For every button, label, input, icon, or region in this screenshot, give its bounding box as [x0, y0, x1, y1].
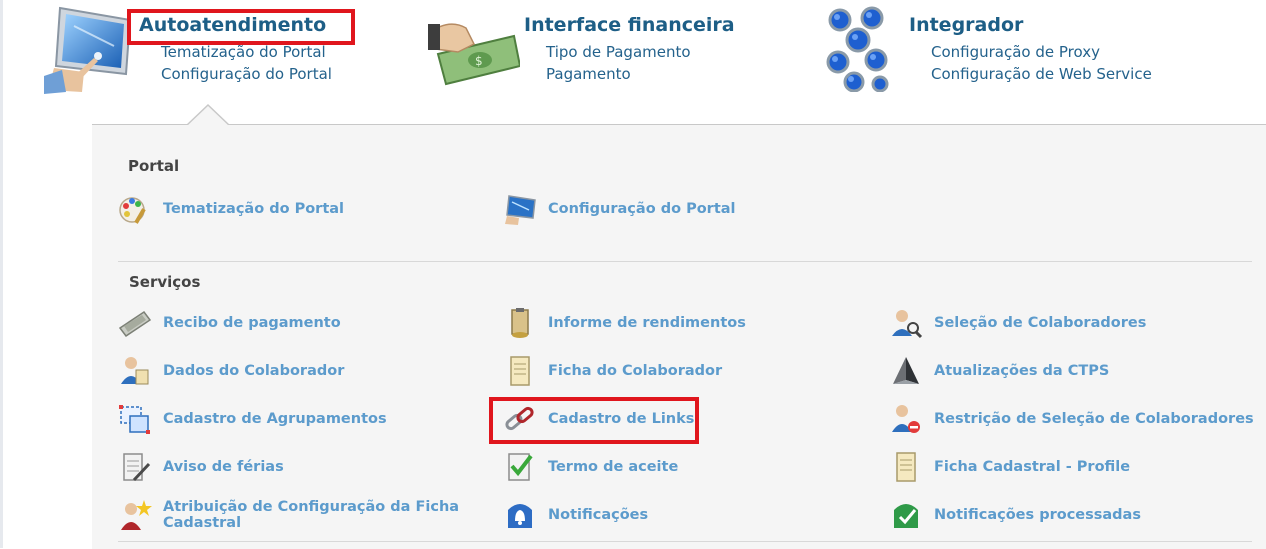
- menu-item-label: Recibo de pagamento: [163, 315, 341, 331]
- module-link-pagamento[interactable]: Pagamento: [546, 65, 631, 83]
- highlight-box-cadastro-links: [489, 397, 699, 444]
- module-link-proxy[interactable]: Configuração de Proxy: [931, 43, 1100, 61]
- clipboard-coins-icon: [503, 306, 537, 340]
- document-check-icon: [503, 450, 537, 484]
- module-title[interactable]: Interface financeira: [524, 14, 735, 36]
- menu-item-label: Informe de rendimentos: [548, 315, 746, 331]
- menu-item-tematizacao-portal[interactable]: Tematização do Portal: [118, 192, 418, 226]
- module-interface-financeira: $ Interface financeira Tipo de Pagamento…: [420, 0, 800, 100]
- menu-item-ficha-cadastral-profile[interactable]: Ficha Cadastral - Profile: [889, 450, 1249, 484]
- module-link-tematizacao[interactable]: Tematização do Portal: [161, 43, 326, 61]
- highlight-box-autoatendimento: [127, 9, 355, 45]
- menu-item-recibo-pagamento[interactable]: Recibo de pagamento: [118, 306, 458, 340]
- menu-item-label: Dados do Colaborador: [163, 363, 345, 379]
- money-hand-icon: $: [427, 14, 522, 86]
- user-restricted-icon: [889, 402, 923, 436]
- section-divider: [118, 261, 1252, 262]
- menu-item-label: Ficha do Colaborador: [548, 363, 723, 379]
- module-title[interactable]: Integrador: [909, 14, 1023, 36]
- menu-item-label: Restrição de Seleção de Colaboradores: [934, 411, 1254, 427]
- user-star-icon: [118, 498, 152, 532]
- module-link-tipo-pagamento[interactable]: Tipo de Pagamento: [546, 43, 691, 61]
- module-integrador: Integrador Configuração de Proxy Configu…: [820, 0, 1266, 100]
- menu-item-label: Atribuição de Configuração da Ficha Cada…: [163, 499, 460, 531]
- document-form-icon: [503, 354, 537, 388]
- group-select-icon: [118, 402, 152, 436]
- menu-item-termo-aceite[interactable]: Termo de aceite: [503, 450, 843, 484]
- notification-check-icon: [889, 498, 923, 532]
- menu-item-restricao-selecao[interactable]: Restrição de Seleção de Colaboradores: [889, 402, 1254, 436]
- menu-item-label: Atualizações da CTPS: [934, 363, 1110, 379]
- module-link-configuracao[interactable]: Configuração do Portal: [161, 65, 332, 83]
- menu-item-label: Cadastro de Agrupamentos: [163, 411, 387, 427]
- section-heading-portal: Portal: [128, 157, 180, 175]
- menu-item-label: Notificações processadas: [934, 507, 1141, 523]
- menu-item-notificacoes-processadas[interactable]: Notificações processadas: [889, 498, 1249, 532]
- money-bills-icon: [118, 306, 152, 340]
- menu-item-label: Ficha Cadastral - Profile: [934, 459, 1131, 475]
- menu-item-ficha-colaborador[interactable]: Ficha do Colaborador: [503, 354, 843, 388]
- section-heading-servicos: Serviços: [129, 273, 201, 291]
- palette-icon: [118, 192, 152, 226]
- touchscreen-icon: [44, 6, 134, 94]
- menu-item-notificacoes[interactable]: Notificações: [503, 498, 843, 532]
- menu-item-dados-colaborador[interactable]: Dados do Colaborador: [118, 354, 458, 388]
- document-pen-icon: [118, 450, 152, 484]
- menu-item-cadastro-agrupamentos[interactable]: Cadastro de Agrupamentos: [118, 402, 458, 436]
- menu-item-atualizacoes-ctps[interactable]: Atualizações da CTPS: [889, 354, 1249, 388]
- menu-item-label: Tematização do Portal: [163, 201, 345, 217]
- user-card-icon: [118, 354, 152, 388]
- menu-item-label: Notificações: [548, 507, 649, 523]
- panel-pointer-fill: [187, 106, 229, 126]
- document-form-icon: [889, 450, 923, 484]
- svg-text:$: $: [475, 54, 483, 68]
- bottom-divider: [118, 541, 1252, 542]
- module-link-web-service[interactable]: Configuração de Web Service: [931, 65, 1152, 83]
- monitor-touch-icon: [503, 192, 537, 226]
- integrator-blobs-icon: [826, 6, 890, 93]
- menu-item-label: Configuração do Portal: [548, 201, 736, 217]
- menu-item-label: Termo de aceite: [548, 459, 679, 475]
- menu-item-atribuicao-configuracao[interactable]: Atribuição de Configuração da Ficha Cada…: [118, 498, 478, 532]
- notification-bell-icon: [503, 498, 537, 532]
- user-search-icon: [889, 306, 923, 340]
- menu-item-informe-rendimentos[interactable]: Informe de rendimentos: [503, 306, 843, 340]
- menu-item-configuracao-portal[interactable]: Configuração do Portal: [503, 192, 803, 226]
- pyramid-icon: [889, 354, 923, 388]
- menu-item-label: Seleção de Colaboradores: [934, 315, 1147, 331]
- menu-item-label: Aviso de férias: [163, 459, 284, 475]
- menu-item-selecao-colaboradores[interactable]: Seleção de Colaboradores: [889, 306, 1249, 340]
- menu-item-aviso-ferias[interactable]: Aviso de férias: [118, 450, 458, 484]
